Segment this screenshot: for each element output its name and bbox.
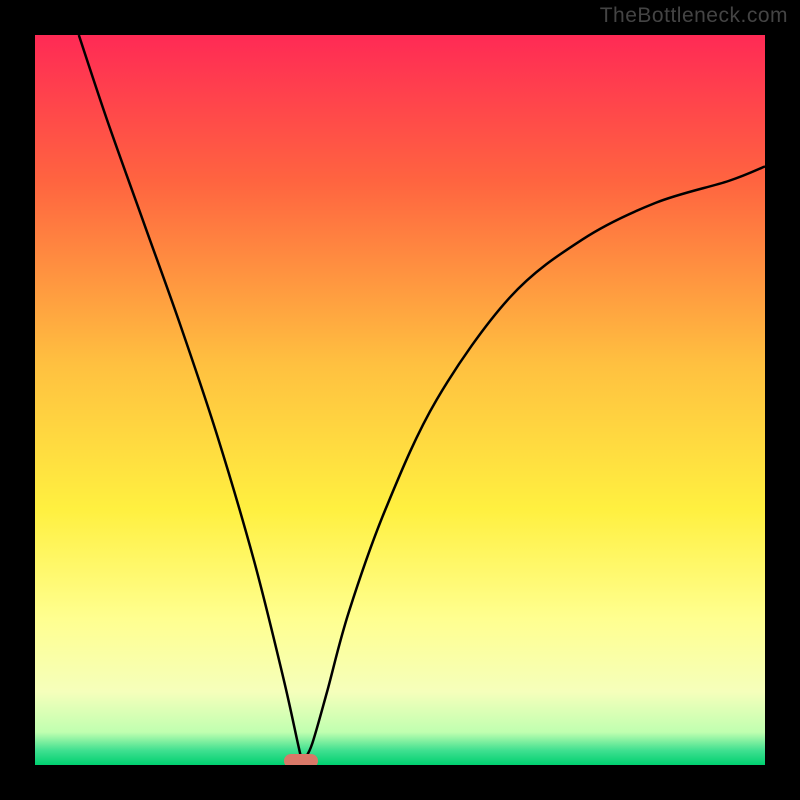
bottleneck-curve bbox=[79, 35, 765, 760]
optimal-marker bbox=[284, 754, 318, 765]
chart-container: TheBottleneck.com bbox=[0, 0, 800, 800]
plot-area bbox=[35, 35, 765, 765]
curve-layer bbox=[35, 35, 765, 765]
watermark-text: TheBottleneck.com bbox=[600, 4, 788, 28]
